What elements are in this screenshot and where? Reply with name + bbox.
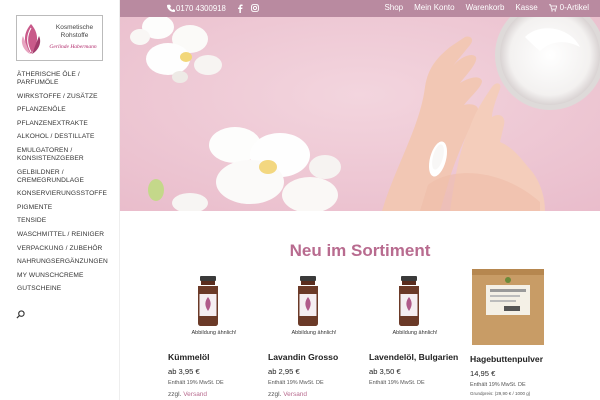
powder-bag-image (472, 269, 544, 345)
top-nav: Shop Mein Konto Warenkorb Kasse 0-Artike… (384, 3, 600, 12)
product-name[interactable]: Lavendelöl, Bulgarien (369, 352, 461, 362)
top-nav-mein-konto[interactable]: Mein Konto (414, 3, 454, 12)
product-name[interactable]: Hagebuttenpulver (470, 354, 562, 364)
sidebar-item-tenside[interactable]: TENSIDE (17, 217, 117, 225)
top-nav-warenkorb[interactable]: Warenkorb (466, 3, 505, 12)
sidebar-item-wirkstoffe[interactable]: WIRKSTOFFE / ZUSÄTZE (17, 93, 117, 101)
product-image[interactable] (470, 268, 562, 345)
shipping-prefix: zzgl. (268, 391, 282, 398)
shipping-note: zzgl. Versand (168, 391, 260, 398)
sidebar-item-waschmittel[interactable]: WASCHMITTEL / REINIGER (17, 231, 117, 239)
sidebar-item-nahrungsergaenzungen[interactable]: NAHRUNGSERGÄNZUNGEN (17, 258, 117, 266)
sidebar-nav: ÄTHERISCHE ÖLE / PARFUMÖLE WIRKSTOFFE / … (17, 71, 117, 299)
bottle-image (198, 276, 218, 326)
cart-link[interactable]: 0-Artikel (548, 3, 589, 12)
product-name[interactable]: Lavandin Grosso (268, 352, 360, 362)
sidebar-item-aetherische-oele[interactable]: ÄTHERISCHE ÖLE / PARFUMÖLE (17, 71, 117, 87)
sidebar-item-emulgatoren[interactable]: EMULGATOREN / KONSISTENZGEBER (17, 147, 117, 163)
phone-number[interactable]: 0170 4300918 (176, 4, 226, 13)
bottle-image (298, 276, 318, 326)
search-icon[interactable] (16, 310, 25, 319)
cart-count: 0-Artikel (559, 3, 589, 12)
sidebar-item-pflanzenoele[interactable]: PFLANZENÖLE (17, 106, 117, 114)
product-price: ab 3,95 € (168, 367, 200, 376)
sidebar: Kosmetische Rohstoffe Gerlinde Habermann… (0, 0, 120, 400)
product-tax: Enthält 19% MwSt. DE (268, 380, 324, 386)
sidebar-item-konservierungsstoffe[interactable]: KONSERVIERUNGSSTOFFE (17, 190, 117, 198)
phone-icon (167, 4, 175, 12)
product-card[interactable]: Hagebuttenpulver 14,95 € Enthält 19% MwS… (470, 268, 562, 396)
sidebar-item-verpackung[interactable]: VERPACKUNG / ZUBEHÖR (17, 245, 117, 253)
logo-leaf-icon (21, 24, 41, 54)
logo[interactable]: Kosmetische Rohstoffe Gerlinde Habermann (16, 15, 103, 61)
product-tax: Enthält 19% MwSt. DE (168, 380, 224, 386)
product-image[interactable] (369, 268, 461, 340)
sidebar-item-pigmente[interactable]: PIGMENTE (17, 204, 117, 212)
product-image[interactable] (168, 268, 260, 340)
sidebar-item-wunschcreme[interactable]: MY WUNSCHCREME (17, 272, 117, 280)
cart-icon (548, 3, 557, 12)
product-card[interactable]: Abbildung ähnlich! Kümmelöl ab 3,95 € En… (168, 268, 260, 398)
base-price: Grundpreis: (29,90 € / 1000 g) (470, 391, 531, 396)
logo-line1: Kosmetische (55, 24, 94, 31)
product-name[interactable]: Kümmelöl (168, 352, 260, 362)
hero-banner (120, 17, 600, 211)
sidebar-item-gelbildner[interactable]: GELBILDNER / CREMEGRUNDLAGE (17, 169, 117, 185)
instagram-icon[interactable] (251, 4, 259, 12)
product-card[interactable]: Abbildung ähnlich! Lavandin Grosso ab 2,… (268, 268, 360, 398)
product-price: ab 2,95 € (268, 367, 300, 376)
product-price: 14,95 € (470, 369, 496, 378)
shipping-link[interactable]: Versand (183, 391, 207, 398)
top-nav-shop[interactable]: Shop (384, 3, 403, 12)
logo-line2: Rohstoffe (60, 31, 89, 39)
top-bar: 0170 4300918 Shop Mein Konto Warenkorb K… (120, 0, 600, 17)
sidebar-item-pflanzenextrakte[interactable]: PFLANZENEXTRAKTE (17, 120, 117, 128)
logo-owner: Gerlinde Habermann (49, 44, 97, 50)
product-card[interactable]: Abbildung ähnlich! Lavendelöl, Bulgarien… (369, 268, 461, 386)
hero-image (120, 17, 600, 211)
sidebar-item-alkohol[interactable]: ALKOHOL / DESTILLATE (17, 133, 117, 141)
product-price: ab 3,50 € (369, 367, 401, 376)
bottle-image (399, 276, 419, 326)
product-image[interactable] (268, 268, 360, 340)
shipping-link[interactable]: Versand (283, 391, 307, 398)
product-tax: Enthält 19% MwSt. DE (470, 382, 526, 388)
product-tax: Enthält 19% MwSt. DE (369, 380, 425, 386)
shipping-prefix: zzgl. (168, 391, 182, 398)
section-title: Neu im Sortiment (289, 241, 431, 260)
shipping-note: zzgl. Versand (268, 391, 360, 398)
sidebar-item-gutscheine[interactable]: GUTSCHEINE (17, 285, 117, 293)
facebook-icon[interactable] (236, 4, 244, 13)
top-nav-kasse[interactable]: Kasse (515, 3, 537, 12)
